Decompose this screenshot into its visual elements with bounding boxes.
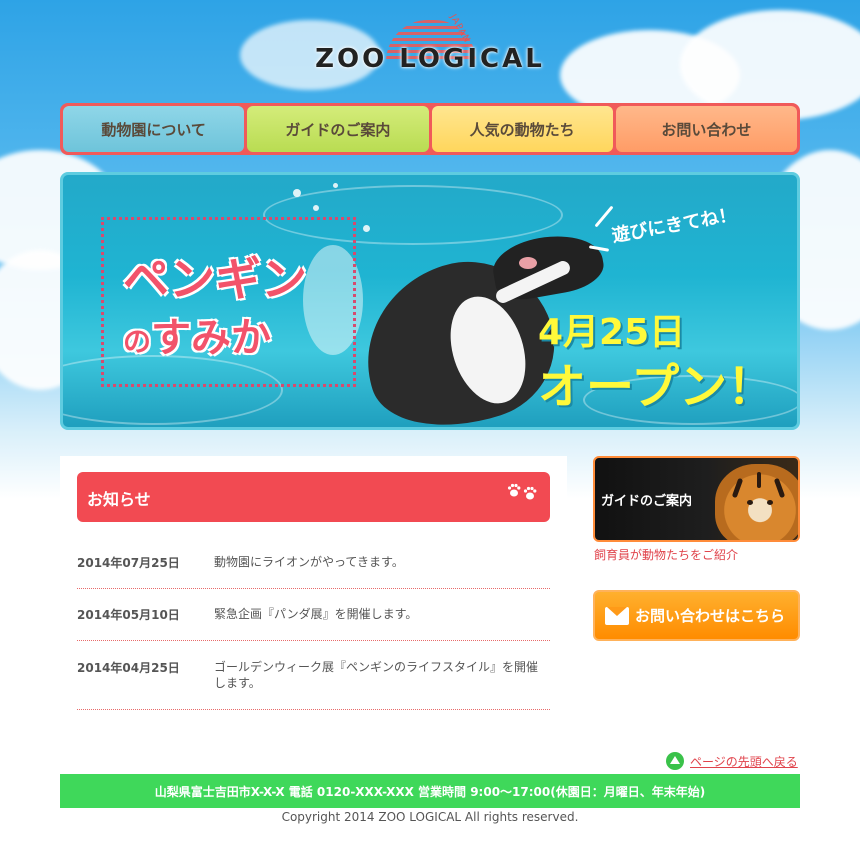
logo-text: ZOO LOGICAL [315, 44, 545, 74]
news-section: お知らせ 2014年07月25日 動物園にライオンがやってきます。 2014年0… [60, 456, 567, 726]
site-logo[interactable]: JAPAN ZOO LOGICAL [0, 13, 860, 80]
tiger-image [715, 464, 798, 540]
nav-item-contact[interactable]: お問い合わせ [615, 106, 797, 152]
footer-info: 山梨県富士吉田市X-X-X 電話 0120-XXX-XXX 営業時間 9:00～… [60, 774, 800, 808]
penguin-eye [519, 257, 537, 269]
copyright: Copyright 2014 ZOO LOGICAL All rights re… [281, 810, 579, 824]
water-splash [363, 225, 370, 232]
news-text[interactable]: 緊急企画『パンダ展』を開催します。 [214, 606, 549, 622]
nav-item-guide[interactable]: ガイドのご案内 [247, 106, 429, 152]
tiger-stripe [773, 477, 786, 499]
news-date: 2014年07月25日 [77, 556, 180, 570]
arrow-up-icon [666, 752, 684, 770]
tiger-stripe [767, 500, 773, 505]
main-nav: 動物園について ガイドのご案内 人気の動物たち お問い合わせ [60, 103, 800, 155]
hero-title-line1: ペンギン [123, 252, 307, 306]
water-splash [313, 205, 319, 211]
water-splash [293, 189, 301, 197]
hero-tagline: 遊びにきてね！ [610, 204, 739, 247]
news-date: 2014年04月25日 [77, 661, 180, 675]
news-text[interactable]: ゴールデンウィーク展『ペンギンのライフスタイル』を開催します。 [214, 659, 549, 691]
hero-title-particle: の [123, 325, 152, 358]
news-title: お知らせ [87, 490, 151, 509]
tiger-stripe [731, 477, 744, 499]
news-item[interactable]: 2014年07月25日 動物園にライオンがやってきます。 [77, 554, 550, 589]
mail-icon [605, 606, 629, 625]
contact-button-label: お問い合わせはこちら [635, 607, 786, 625]
hero-banner[interactable]: ペンギン のすみか 遊びにきてね！ 4月25日 オープン！ [60, 172, 800, 430]
news-date: 2014年05月10日 [77, 608, 180, 622]
contact-button[interactable]: お問い合わせはこちら [593, 590, 800, 641]
nav-item-animals[interactable]: 人気の動物たち [431, 106, 613, 152]
news-item[interactable]: 2014年05月10日 緊急企画『パンダ展』を開催します。 [77, 606, 550, 641]
hero-title-line2: のすみか [123, 305, 271, 363]
tiger-stripe [747, 500, 753, 505]
guide-banner[interactable]: ガイドのご案内 [593, 456, 800, 542]
guide-banner-label: ガイドのご案内 [601, 494, 693, 509]
page-top-label[interactable]: ページの先頭へ戻る [690, 753, 798, 770]
hero-title-word: すみか [151, 315, 272, 361]
paw-icon [506, 480, 540, 502]
tiger-stripe [757, 472, 761, 488]
nav-item-about[interactable]: 動物園について [63, 106, 245, 152]
hero-open: オープン！ [538, 359, 776, 415]
page-top-link[interactable]: ページの先頭へ戻る [666, 752, 798, 770]
water-splash [333, 183, 338, 188]
guide-caption[interactable]: 飼育員が動物たちをご紹介 [594, 546, 738, 563]
news-header: お知らせ [77, 472, 550, 522]
news-item[interactable]: 2014年04月25日 ゴールデンウィーク展『ペンギンのライフスタイル』を開催し… [77, 659, 550, 710]
news-text[interactable]: 動物園にライオンがやってきます。 [214, 554, 549, 570]
